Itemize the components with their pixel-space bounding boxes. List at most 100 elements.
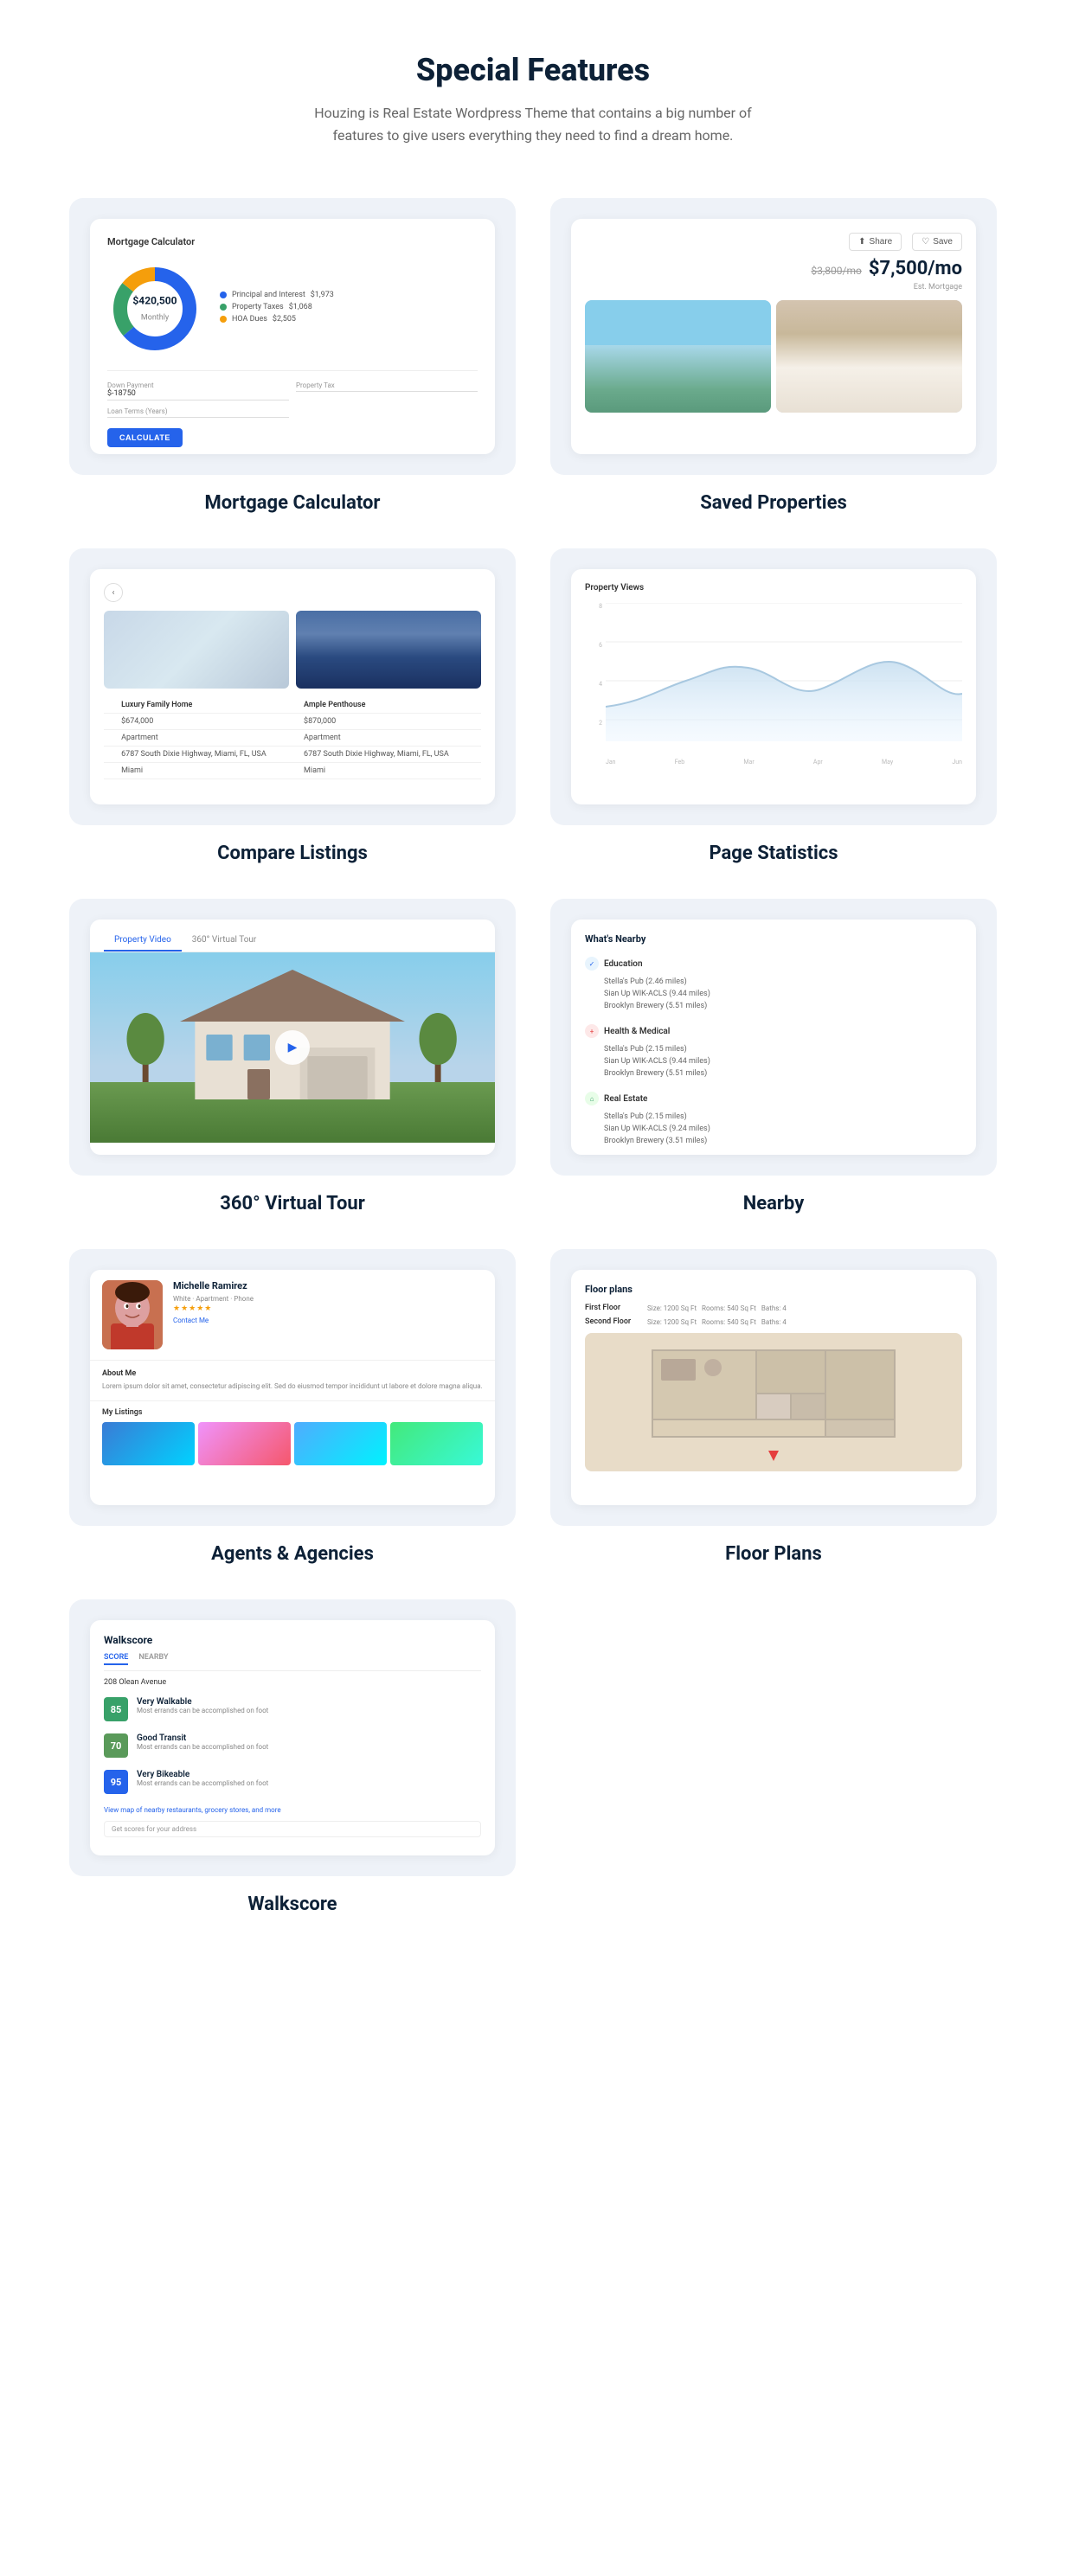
agent-info: Michelle Ramirez White · Apartment · Pho… [173, 1280, 483, 1349]
floor-inner: Floor plans First Floor Size: 1200 Sq Ft… [571, 1270, 976, 1505]
education-header: ✓ Education [585, 957, 962, 971]
nearby-card: What's Nearby ✓ Education Stella's Pub (… [550, 899, 997, 1176]
compare-listings-title: Compare Listings [217, 843, 368, 864]
legend-dot-1 [220, 292, 227, 298]
mortgage-legend: Principal and Interest $1,973 Property T… [220, 291, 334, 327]
nearby-category-health: + Health & Medical Stella's Pub (2.15 mi… [585, 1024, 962, 1080]
saved-inner: ⬆ Share ♡ Save $3,800/mo $7,500/mo Est. … [571, 219, 976, 454]
page-header: Special Features Houzing is Real Estate … [69, 52, 997, 146]
legend-dot-3 [220, 316, 227, 323]
transit-score: 70 [104, 1733, 128, 1758]
tab-360-tour[interactable]: 360° Virtual Tour [182, 930, 267, 952]
second-floor-info: Size: 1200 Sq Ft Rooms: 540 Sq Ft Baths:… [647, 1318, 962, 1326]
walkscore-title-text: Walkscore [247, 1894, 337, 1915]
transit-desc: Most errands can be accomplished on foot [137, 1743, 268, 1751]
walkable-desc: Most errands can be accomplished on foot [137, 1707, 268, 1714]
est-mortgage: Est. Mortgage [585, 283, 962, 292]
walkable-label: Very Walkable [137, 1697, 268, 1707]
legend-value-2: $1,068 [289, 303, 312, 311]
listings-title: My Listings [102, 1408, 483, 1417]
health-place-3: Brooklyn Brewery (5.51 miles) [585, 1067, 962, 1080]
floor-plan-image [585, 1333, 962, 1471]
share-button[interactable]: ⬆ Share [849, 233, 902, 251]
mc-field-property-tax: Property Tax [296, 381, 478, 400]
loan-term-value [107, 415, 289, 418]
walkable-score: 85 [104, 1697, 128, 1721]
x-label-jun: Jun [952, 759, 962, 776]
agent-name: Michelle Ramirez [173, 1280, 483, 1291]
nearby-inner: What's Nearby ✓ Education Stella's Pub (… [571, 920, 976, 1155]
feature-saved-properties: ⬆ Share ♡ Save $3,800/mo $7,500/mo Est. … [550, 198, 997, 514]
tab-nearby[interactable]: NEARBY [138, 1651, 168, 1665]
address-2: 6787 South Dixie Highway, Miami, FL, USA [299, 747, 481, 763]
edu-place-3: Brooklyn Brewery (5.51 miles) [585, 1000, 962, 1012]
address-input-hint[interactable]: Get scores for your address [104, 1821, 481, 1837]
compare-photos [104, 611, 481, 689]
feature-agents: Michelle Ramirez White · Apartment · Pho… [69, 1249, 516, 1565]
play-button[interactable]: ▶ [275, 1030, 310, 1065]
down-payment-label: Down Payment [107, 381, 289, 389]
walkscore-card: Walkscore SCORE NEARBY 208 Olean Avenue … [69, 1599, 516, 1876]
tab-property-video[interactable]: Property Video [104, 930, 182, 952]
y-label-2: 2 [599, 720, 602, 727]
page-wrapper: Special Features Houzing is Real Estate … [0, 0, 1066, 1967]
agents-card: Michelle Ramirez White · Apartment · Pho… [69, 1249, 516, 1526]
property-photo-2 [776, 300, 962, 413]
edu-place-2: Sian Up WIK-ACLS (9.44 miles) [585, 988, 962, 1000]
price-1: $674,000 [116, 714, 299, 730]
mortgage-inner: Mortgage Calculator $420,500 Mo [90, 219, 495, 454]
score-bikeable: 95 Very Bikeable Most errands can be acc… [104, 1770, 481, 1794]
property-photo-1 [585, 300, 771, 413]
page-subtitle: Houzing is Real Estate Wordpress Theme t… [291, 102, 775, 146]
realestate-label: Real Estate [604, 1094, 647, 1104]
transit-info: Good Transit Most errands can be accompl… [137, 1733, 268, 1751]
donut-period: Monthly [141, 314, 169, 323]
compare-row-address: 6787 South Dixie Highway, Miami, FL, USA… [104, 747, 481, 763]
listing-photo-3 [294, 1422, 387, 1465]
agents-title-text: Agents & Agencies [211, 1543, 374, 1565]
legend-dot-2 [220, 304, 227, 311]
tab-score[interactable]: SCORE [104, 1651, 128, 1665]
floor-plan-graphic [585, 1333, 962, 1471]
share-label: Share [870, 237, 893, 247]
legend-item-1: Principal and Interest $1,973 [220, 291, 334, 299]
map-link[interactable]: View map of nearby restaurants, grocery … [104, 1806, 481, 1814]
legend-label-1: Principal and Interest [232, 291, 305, 299]
health-place-1: Stella's Pub (2.15 miles) [585, 1043, 962, 1055]
save-button[interactable]: ♡ Save [912, 233, 962, 251]
saved-properties-card: ⬆ Share ♡ Save $3,800/mo $7,500/mo Est. … [550, 198, 997, 475]
compare-photo-1 [104, 611, 289, 689]
mortgage-card-title: Mortgage Calculator [107, 236, 478, 247]
page-title: Special Features [69, 52, 997, 88]
walkscore-address: 208 Olean Avenue [104, 1678, 481, 1687]
property-tax-value [296, 389, 478, 392]
x-label-may: May [882, 759, 893, 776]
edu-place-1: Stella's Pub (2.46 miles) [585, 976, 962, 988]
calculate-button[interactable]: CALCULATE [107, 428, 183, 447]
type-1: Apartment [116, 730, 299, 747]
col-header-listing-2: Ample Penthouse [299, 697, 481, 714]
stats-chart-title: Property Views [585, 583, 962, 593]
agent-avatar [102, 1280, 163, 1349]
listing-photo-1 [102, 1422, 195, 1465]
col-header-listing-1: Luxury Family Home [116, 697, 299, 714]
mc-field-down-payment: Down Payment $-18750 [107, 381, 289, 400]
second-floor-label: Second Floor [585, 1317, 637, 1326]
donut-amount: $420,500 [132, 295, 177, 307]
page-statistics-card: Property Views 8 6 4 2 [550, 548, 997, 825]
saved-photos [585, 300, 962, 413]
agent-body: About Me Lorem ipsum dolor sit amet, con… [90, 1361, 495, 1400]
realestate-icon: ⌂ [585, 1092, 599, 1105]
property-tax-label: Property Tax [296, 381, 478, 389]
walkscore-header: Walkscore [104, 1634, 481, 1646]
legend-item-3: HOA Dues $2,505 [220, 315, 334, 324]
compare-photo-2 [296, 611, 481, 689]
save-label: Save [933, 237, 953, 247]
re-place-1: Stella's Pub (2.15 miles) [585, 1111, 962, 1123]
second-floor-row: Second Floor Size: 1200 Sq Ft Rooms: 540… [585, 1317, 962, 1326]
agent-contact[interactable]: Contact Me [173, 1317, 483, 1324]
heart-icon: ♡ [922, 237, 929, 247]
first-floor-row: First Floor Size: 1200 Sq Ft Rooms: 540 … [585, 1304, 962, 1312]
compare-inner: ‹ Luxury Family Home Ample Penthouse [90, 569, 495, 804]
prev-arrow[interactable]: ‹ [104, 583, 123, 602]
